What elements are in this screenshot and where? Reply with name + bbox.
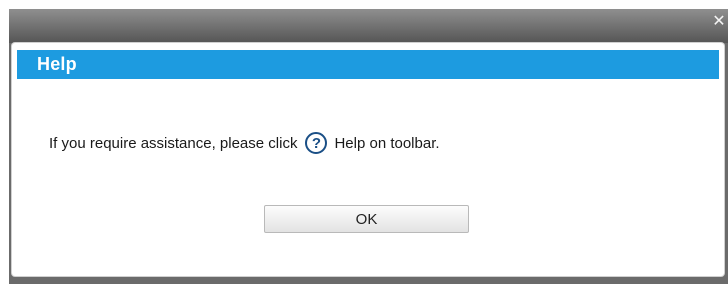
- help-message: If you require assistance, please click …: [49, 127, 440, 159]
- help-dialog: Help If you require assistance, please c…: [12, 43, 724, 276]
- ok-button[interactable]: OK: [264, 205, 469, 233]
- dialog-title: Help: [37, 54, 77, 74]
- message-text-before: If you require assistance, please click: [49, 134, 298, 152]
- help-window: ✕ Help If you require assistance, please…: [9, 9, 728, 284]
- message-text-after: Help on toolbar.: [334, 134, 440, 152]
- dialog-header: Help: [17, 50, 719, 79]
- window-titlebar: ✕: [9, 9, 728, 43]
- close-icon[interactable]: ✕: [712, 14, 726, 30]
- help-circle-icon: ?: [305, 132, 328, 154]
